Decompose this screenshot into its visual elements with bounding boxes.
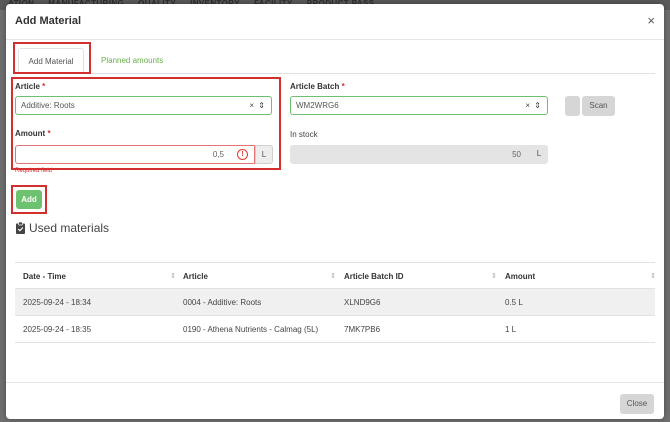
- scan-button[interactable]: Scan: [582, 96, 615, 116]
- in-stock-label: In stock: [290, 130, 318, 139]
- tab-add-material[interactable]: Add Material: [18, 48, 84, 74]
- used-materials-table: Date - Time ⇕ Article ⇕ Article Batch ID…: [15, 262, 656, 343]
- article-label: Article *: [15, 82, 46, 91]
- cell-article: 0004 - Additive: Roots: [183, 298, 262, 307]
- clear-dropdown-icon[interactable]: × ⇕: [525, 97, 542, 114]
- sort-icon[interactable]: ⇕: [330, 263, 336, 290]
- tab-planned-amounts[interactable]: Planned amounts: [91, 48, 173, 74]
- clear-dropdown-icon[interactable]: × ⇕: [249, 97, 266, 114]
- used-materials-heading: Used materials: [16, 221, 109, 235]
- column-header-article[interactable]: Article: [183, 263, 208, 290]
- in-stock-unit: L: [530, 145, 548, 164]
- article-batch-select-value: WM2WRG6: [296, 101, 339, 110]
- article-select-value: Additive: Roots: [21, 101, 75, 110]
- table-row: 2025-09-24 - 18:35 0190 - Athena Nutrien…: [15, 316, 655, 343]
- close-button[interactable]: Close: [620, 394, 654, 414]
- column-header-date-time[interactable]: Date - Time: [23, 263, 66, 290]
- sort-icon[interactable]: ⇕: [491, 263, 497, 290]
- scan-toggle-button[interactable]: [565, 96, 580, 116]
- amount-error-text: Required field: [15, 168, 53, 174]
- close-icon[interactable]: ×: [647, 14, 655, 27]
- sort-icon[interactable]: ⇕: [650, 263, 656, 290]
- article-select[interactable]: Additive: Roots × ⇕: [15, 96, 272, 115]
- table-header: Date - Time ⇕ Article ⇕ Article Batch ID…: [15, 262, 656, 290]
- error-icon: !: [237, 149, 248, 160]
- cell-amount: 1 L: [505, 325, 517, 334]
- used-materials-title: Used materials: [29, 221, 110, 235]
- article-batch-select[interactable]: WM2WRG6 × ⇕: [290, 96, 548, 115]
- in-stock-value: 50: [290, 145, 530, 164]
- column-header-article-batch-id[interactable]: Article Batch ID: [344, 263, 404, 290]
- cell-date-time: 2025-09-24 - 18:34: [23, 298, 92, 307]
- amount-unit: L: [255, 145, 273, 164]
- modal-header: Add Material ×: [6, 4, 664, 40]
- add-material-modal: Add Material × Add Material Planned amou…: [6, 4, 664, 419]
- modal-title: Add Material: [15, 15, 82, 27]
- cell-article-batch-id: XLND9G6: [344, 298, 381, 307]
- modal-footer: Close: [6, 382, 664, 419]
- column-header-amount[interactable]: Amount: [505, 263, 535, 290]
- amount-input-value: 0,5: [212, 150, 224, 159]
- tab-bar: Add Material Planned amounts: [15, 48, 655, 74]
- amount-label: Amount *: [15, 129, 51, 138]
- cell-article-batch-id: 7MK7PB6: [344, 325, 381, 334]
- table-row: 2025-09-24 - 18:34 0004 - Additive: Root…: [15, 289, 655, 316]
- cell-date-time: 2025-09-24 - 18:35: [23, 325, 92, 334]
- article-batch-label: Article Batch *: [290, 82, 345, 91]
- add-button[interactable]: Add: [16, 190, 42, 209]
- clipboard-check-icon: [16, 222, 25, 234]
- sort-icon[interactable]: ⇕: [170, 263, 176, 290]
- cell-amount: 0.5 L: [505, 298, 523, 307]
- cell-article: 0190 - Athena Nutrients - Calmag (5L): [183, 325, 319, 334]
- amount-input[interactable]: 0,5 !: [15, 145, 255, 164]
